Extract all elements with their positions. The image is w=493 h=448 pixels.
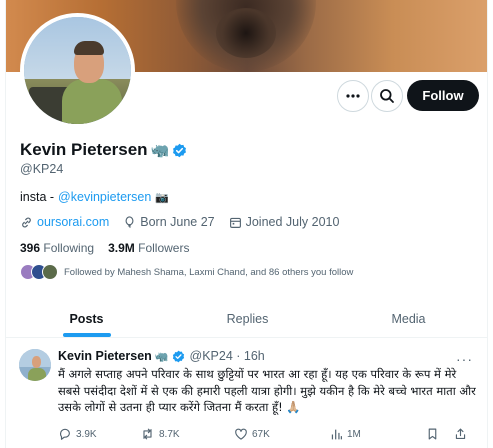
profile-bio: insta - @kevinpietersen 📷 [20, 190, 169, 204]
search-icon [379, 88, 395, 104]
follow-button[interactable]: Follow [407, 80, 479, 111]
rhino-emoji: 🦏 [150, 142, 170, 159]
repost-icon [140, 427, 155, 441]
bookmark-icon [426, 427, 439, 441]
followed-by[interactable]: Followed by Mahesh Shama, Laxmi Chand, a… [20, 264, 353, 280]
tab-label: Posts [69, 311, 104, 326]
follow-counts: 396 Following 3.9M Followers [20, 241, 189, 255]
bar-chart-icon [330, 428, 343, 441]
website-link[interactable]: oursorai.com [37, 215, 109, 229]
profile-tabs: Posts Replies Media [6, 300, 487, 338]
tweet-actions: 3.9K 8.7K 67K 1M [58, 427, 478, 441]
tweet-more-icon[interactable]: ··· [456, 351, 473, 367]
share-icon [454, 427, 467, 441]
calendar-icon [229, 216, 242, 229]
camera-emoji: 📷 [155, 191, 170, 204]
birth-date: Born June 27 [140, 215, 215, 229]
mutual-avatar [42, 264, 58, 280]
following-label: Following [43, 241, 95, 255]
bio-instagram-link[interactable]: @kevinpietersen [58, 190, 151, 204]
followers-count: 3.9M [108, 241, 135, 255]
verified-badge-icon[interactable] [172, 143, 187, 158]
active-tab-indicator [62, 333, 111, 337]
tab-posts[interactable]: Posts [6, 300, 167, 337]
tweet-author[interactable]: Kevin Pietersen [58, 349, 152, 363]
repost-count: 8.7K [159, 428, 180, 440]
tweet-handle-time[interactable]: @KP24 · 16h [190, 349, 265, 363]
reply-button[interactable]: 3.9K [58, 427, 140, 441]
tweet[interactable]: Kevin Pietersen 🦏 @KP24 · 16h ··· मैं अग… [6, 339, 487, 448]
repost-button[interactable]: 8.7K [140, 427, 234, 441]
mutual-avatars [20, 264, 58, 280]
bio-prefix: insta - [20, 190, 55, 204]
followers-link[interactable]: 3.9M Followers [108, 241, 189, 255]
followers-label: Followers [138, 241, 190, 255]
profile-name: Kevin Pietersen 🦏 [20, 140, 187, 160]
profile-meta: oursorai.com Born June 27 Joined July 20… [20, 215, 353, 229]
tab-label: Media [391, 311, 426, 326]
profile-handle: @KP24 [20, 162, 64, 176]
tweet-header: Kevin Pietersen 🦏 @KP24 · 16h [58, 349, 265, 363]
tab-replies[interactable]: Replies [167, 300, 328, 337]
more-options-button[interactable] [337, 80, 369, 112]
views-count: 1M [347, 428, 361, 440]
verified-badge-icon[interactable] [172, 350, 185, 363]
like-count: 67K [252, 428, 270, 440]
followed-by-text: Followed by Mahesh Shama, Laxmi Chand, a… [64, 266, 354, 278]
tab-label: Replies [226, 311, 269, 326]
tab-media[interactable]: Media [328, 300, 487, 337]
reply-count: 3.9K [76, 428, 97, 440]
like-button[interactable]: 67K [234, 427, 330, 441]
profile-avatar[interactable] [20, 13, 135, 128]
rhino-emoji: 🦏 [154, 350, 169, 363]
profile-page: Follow Kevin Pietersen 🦏 @KP24 insta - @… [5, 0, 488, 448]
profile-name-text: Kevin Pietersen [20, 140, 148, 159]
heart-icon [234, 427, 248, 441]
tweet-avatar[interactable] [19, 349, 51, 381]
share-button[interactable] [454, 427, 467, 441]
following-link[interactable]: 396 Following [20, 241, 94, 255]
views-button[interactable]: 1M [330, 427, 426, 441]
reply-icon [58, 427, 72, 441]
more-icon [345, 88, 361, 104]
bookmark-button[interactable] [426, 427, 454, 441]
balloon-icon [123, 215, 136, 229]
search-profile-button[interactable] [371, 80, 403, 112]
link-icon [20, 216, 33, 229]
joined-date: Joined July 2010 [245, 215, 340, 229]
following-count: 396 [20, 241, 41, 255]
tweet-text: मैं अगले सप्ताह अपने परिवार के साथ छुट्ट… [58, 367, 476, 414]
